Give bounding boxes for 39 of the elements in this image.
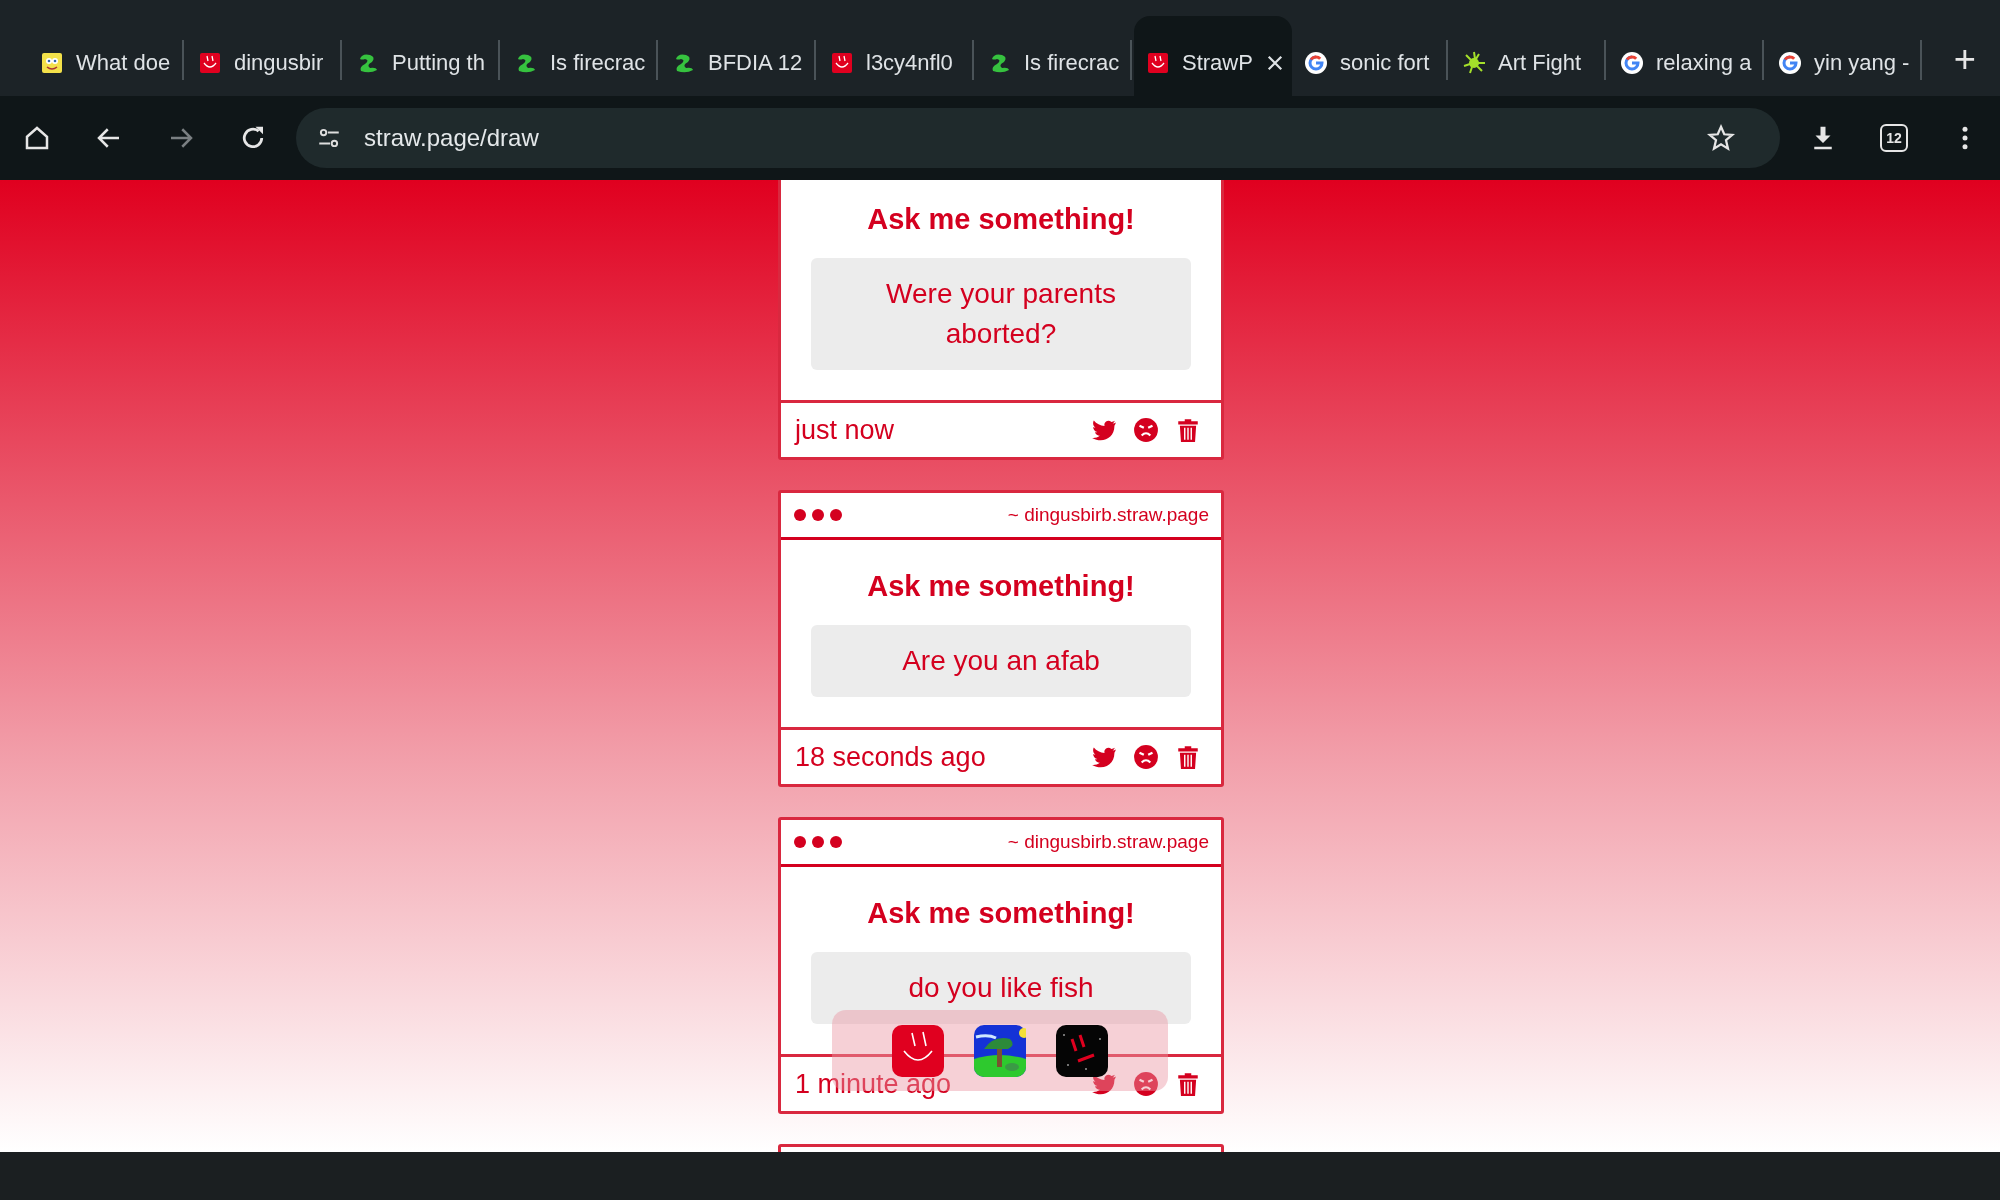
- tab-title: What doe: [76, 50, 171, 76]
- timestamp: 18 seconds ago: [795, 741, 986, 773]
- new-tab-button[interactable]: +: [1953, 40, 1976, 96]
- domain-text: ~ dingusbirb.straw.page: [1007, 504, 1209, 526]
- card-title: Ask me something!: [866, 203, 1136, 236]
- tab-title: Putting th: [392, 50, 485, 76]
- tab-count-button[interactable]: 12: [1880, 124, 1908, 152]
- url-text: straw.page/draw: [364, 124, 539, 152]
- tab-title: dingusbir: [234, 50, 324, 76]
- card-title: Ask me something!: [866, 897, 1136, 930]
- question-box: do you like fish: [811, 952, 1191, 1024]
- browser-tab[interactable]: yin yang -: [1766, 16, 1924, 96]
- domain-text: ~ dingusbirb.straw.page: [1007, 831, 1209, 853]
- tab-title: Art Fight: [1498, 50, 1582, 76]
- tab-title: BFDIA 12: [708, 50, 803, 76]
- timestamp: just now: [795, 414, 895, 446]
- browser-tab[interactable]: Is firecrac: [502, 16, 660, 96]
- browser-tab[interactable]: Is firecrac: [976, 16, 1134, 96]
- question-box: Are you an afab: [811, 625, 1191, 697]
- tab-title: l3cy4nfl0: [866, 50, 953, 76]
- tab-title: sonic fort: [1340, 50, 1430, 76]
- tab-title: yin yang -: [1814, 50, 1910, 76]
- question-box: Were your parents aborted?: [811, 258, 1191, 370]
- browser-tab[interactable]: BFDIA 12: [660, 16, 818, 96]
- browser-tab[interactable]: What doe: [28, 16, 186, 96]
- browser-tab[interactable]: sonic fort: [1292, 16, 1450, 96]
- tab-title: Is firecrac: [550, 50, 646, 76]
- tab-title: StrawP: [1182, 50, 1253, 76]
- tab-title: relaxing a: [1656, 50, 1752, 76]
- tab-title: Is firecrac: [1024, 50, 1120, 76]
- browser-tab[interactable]: l3cy4nfl0: [818, 16, 976, 96]
- browser-tab[interactable]: dingusbir: [186, 16, 344, 96]
- address-bar[interactable]: straw.page/draw: [296, 108, 1780, 168]
- browser-tab[interactable]: relaxing a: [1608, 16, 1766, 96]
- timestamp: 1 minute ago: [795, 1068, 952, 1100]
- card-title: Ask me something!: [866, 570, 1136, 603]
- browser-tab[interactable]: StrawP: [1134, 16, 1292, 96]
- browser-tab[interactable]: Art Fight: [1450, 16, 1608, 96]
- browser-tab[interactable]: Putting th: [344, 16, 502, 96]
